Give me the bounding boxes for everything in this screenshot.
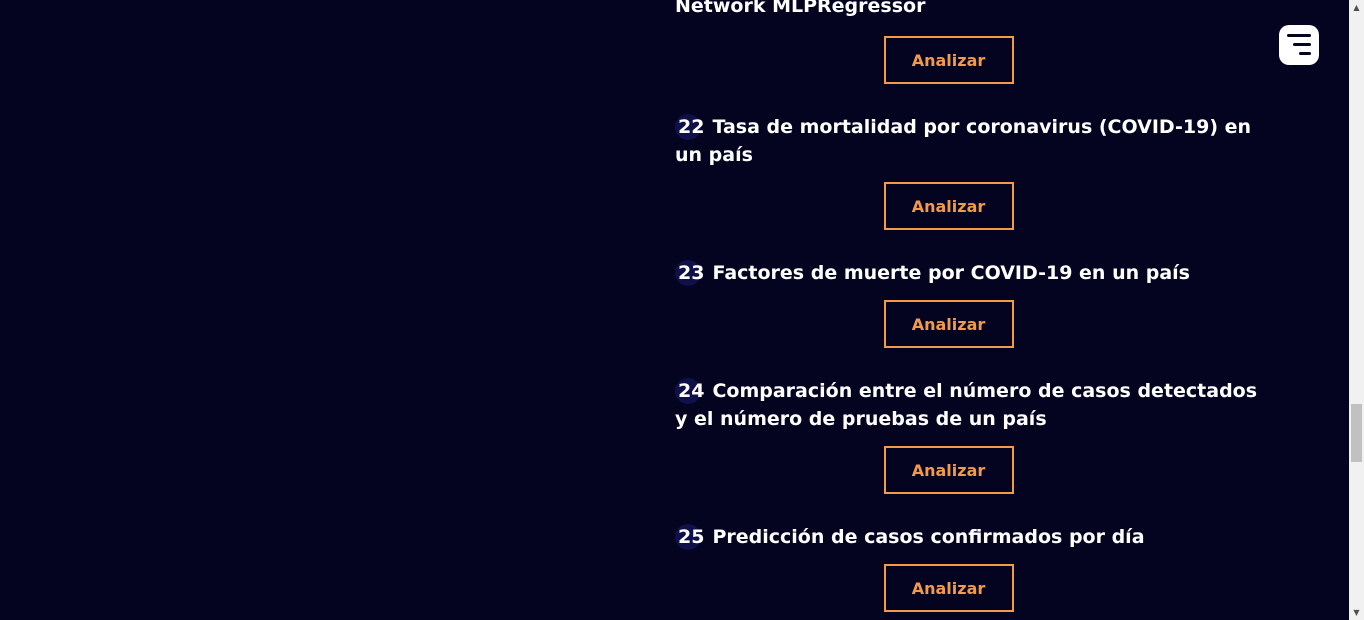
item-title: 22 Tasa de mortalidad por coronavirus (CO… [675,113,1265,169]
analyze-button[interactable]: Analizar [883,446,1014,494]
item-title: 25 Predicción de casos confirmados por dí… [675,523,1265,551]
item-number-badge: 23 [675,259,704,287]
analyze-button[interactable]: Analizar [883,36,1014,84]
list-item-partial: Network MLPRegressor Analizar [675,0,1265,84]
list-item: 24 Comparación entre el número de casos d… [675,377,1265,494]
analyze-button[interactable]: Analizar [883,564,1014,612]
item-title: 24 Comparación entre el número de casos d… [675,377,1265,433]
analyze-button[interactable]: Analizar [883,182,1014,230]
vertical-scrollbar[interactable]: ▲ ▼ [1349,0,1364,620]
list-item: 22 Tasa de mortalidad por coronavirus (CO… [675,113,1265,230]
analysis-list: Network MLPRegressor Analizar 22 Tasa de … [675,0,1265,612]
item-title: Network MLPRegressor [675,0,926,17]
analyze-button[interactable]: Analizar [883,300,1014,348]
item-number-badge: 24 [675,377,704,405]
menu-button[interactable] [1279,25,1319,65]
page: Network MLPRegressor Analizar 22 Tasa de … [0,0,1364,620]
scroll-up-arrow-icon[interactable]: ▲ [1349,0,1364,15]
item-number-badge: 22 [675,113,704,141]
scroll-down-arrow-icon[interactable]: ▼ [1349,605,1364,620]
list-item: 23 Factores de muerte por COVID-19 en un … [675,259,1265,348]
list-item: 25 Predicción de casos confirmados por dí… [675,523,1265,612]
scrollbar-thumb[interactable] [1351,404,1362,462]
item-title: 23 Factores de muerte por COVID-19 en un … [675,259,1265,287]
item-number-badge: 25 [675,523,704,551]
